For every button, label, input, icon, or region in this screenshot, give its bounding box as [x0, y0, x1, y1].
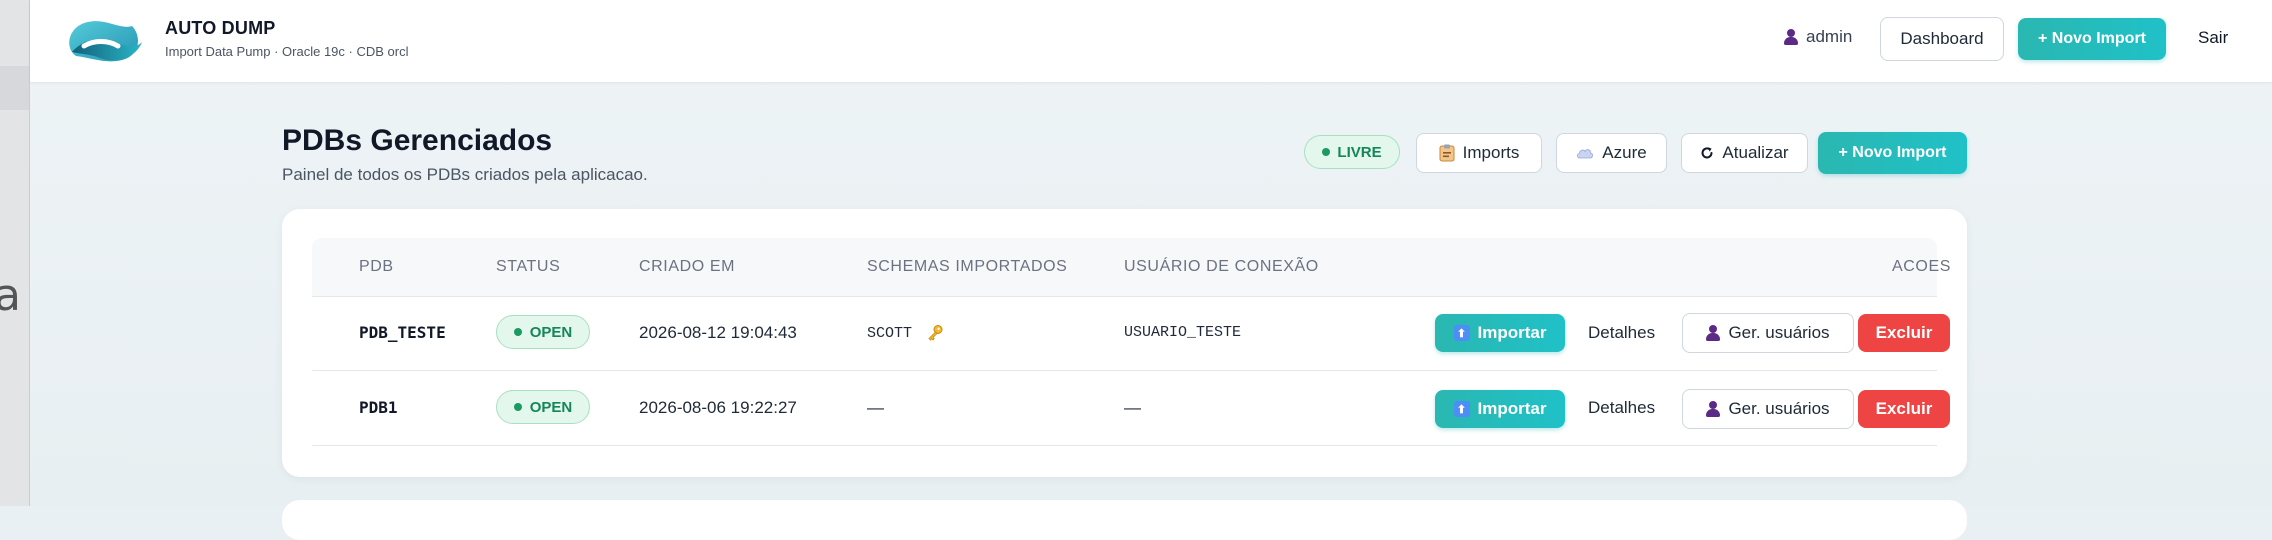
user-icon	[1706, 401, 1721, 417]
top-navbar: AUTO DUMP Import Data Pump · Oracle 19c …	[30, 0, 2272, 83]
atualizar-button-label: Atualizar	[1722, 143, 1789, 162]
status-badge-label: OPEN	[529, 398, 573, 416]
excluir-button-label: Excluir	[1875, 323, 1933, 342]
status-badge: OPEN	[496, 390, 590, 424]
schemas-importados: SCOTT	[867, 324, 944, 342]
usuario-conexao: USUARIO_TESTE	[1124, 324, 1242, 341]
novo-import-button[interactable]: + Novo Import	[1818, 132, 1967, 174]
pdb-name: PDB1	[359, 398, 398, 417]
azure-button-label: Azure	[1602, 143, 1647, 162]
excluir-button[interactable]: Excluir	[1858, 390, 1950, 428]
status-badge-label: OPEN	[529, 323, 573, 341]
auto-dump-logo-icon[interactable]	[62, 12, 146, 68]
detalhes-link[interactable]: Detalhes	[1588, 323, 1655, 343]
dashboard-button[interactable]: Dashboard	[1880, 17, 2004, 61]
importar-button-label: Importar	[1477, 399, 1547, 418]
ger-usuarios-button[interactable]: Ger. usuários	[1682, 313, 1854, 353]
ger-usuarios-label: Ger. usuários	[1728, 323, 1830, 342]
page-subtitle: Painel de todos os PDBs criados pela apl…	[282, 165, 648, 184]
column-header-criado-em: CRIADO EM	[639, 258, 736, 275]
schemas-importados: —	[867, 398, 884, 417]
importar-button[interactable]: ⬆ Importar	[1435, 314, 1565, 352]
novo-import-button-label: + Novo Import	[1838, 144, 1947, 161]
criado-em: 2026-08-06 19:22:27	[639, 398, 797, 417]
status-badge-livre: LIVRE	[1304, 135, 1400, 169]
brand-subtitle: Import Data Pump · Oracle 19c · CDB orcl	[165, 44, 409, 59]
background-partial-glyph: a	[0, 270, 21, 321]
detalhes-link[interactable]: Detalhes	[1588, 398, 1655, 418]
excluir-button[interactable]: Excluir	[1858, 314, 1950, 352]
page-title: PDBs Gerenciados	[282, 124, 553, 157]
desktop-background-strip: a	[0, 0, 30, 506]
sair-link[interactable]: Sair	[2198, 28, 2228, 48]
cloud-icon	[1577, 149, 1594, 159]
brand-title: AUTO DUMP	[165, 18, 276, 38]
status-dot-icon	[1322, 148, 1331, 156]
imports-button-label: Imports	[1462, 143, 1520, 162]
imports-button[interactable]: Imports	[1416, 133, 1542, 173]
ger-usuarios-button[interactable]: Ger. usuários	[1682, 389, 1854, 429]
column-header-status: STATUS	[496, 258, 561, 275]
usuario-conexao: —	[1124, 398, 1141, 417]
status-dot-icon	[513, 403, 522, 411]
background-band	[0, 66, 29, 110]
upload-icon: ⬆	[1453, 401, 1470, 417]
azure-button[interactable]: Azure	[1556, 133, 1667, 173]
header-novo-import-button[interactable]: + Novo Import	[2018, 18, 2166, 60]
header-username: admin	[1806, 27, 1853, 46]
clipboard-icon	[1439, 144, 1455, 162]
upload-icon: ⬆	[1453, 325, 1470, 341]
next-card-partial	[282, 500, 1967, 540]
status-badge: OPEN	[496, 315, 590, 349]
column-header-usuario: USUÁRIO DE CONEXÃO	[1124, 258, 1319, 275]
header-novo-import-label: + Novo Import	[2037, 30, 2146, 47]
column-header-pdb: PDB	[359, 258, 394, 275]
row-divider	[312, 370, 1937, 371]
column-header-acoes: ACOES	[1892, 258, 1952, 275]
ger-usuarios-label: Ger. usuários	[1728, 399, 1830, 418]
column-header-schemas: SCHEMAS IMPORTADOS	[867, 258, 1068, 275]
status-badge-label: LIVRE	[1337, 143, 1382, 161]
excluir-button-label: Excluir	[1875, 399, 1933, 418]
atualizar-button[interactable]: Atualizar	[1681, 133, 1808, 173]
refresh-icon	[1701, 147, 1713, 159]
dashboard-button-label: Dashboard	[1900, 29, 1984, 48]
criado-em: 2026-08-12 19:04:43	[639, 323, 797, 342]
user-icon	[1706, 325, 1721, 341]
header-user: admin	[1784, 27, 1852, 47]
key-icon	[928, 325, 943, 341]
user-icon	[1784, 29, 1798, 45]
status-dot-icon	[513, 328, 522, 336]
importar-button-label: Importar	[1477, 323, 1547, 342]
row-divider	[312, 445, 1937, 446]
pdb-name: PDB_TESTE	[359, 323, 446, 342]
importar-button[interactable]: ⬆ Importar	[1435, 390, 1565, 428]
schema-name: SCOTT	[867, 324, 913, 342]
